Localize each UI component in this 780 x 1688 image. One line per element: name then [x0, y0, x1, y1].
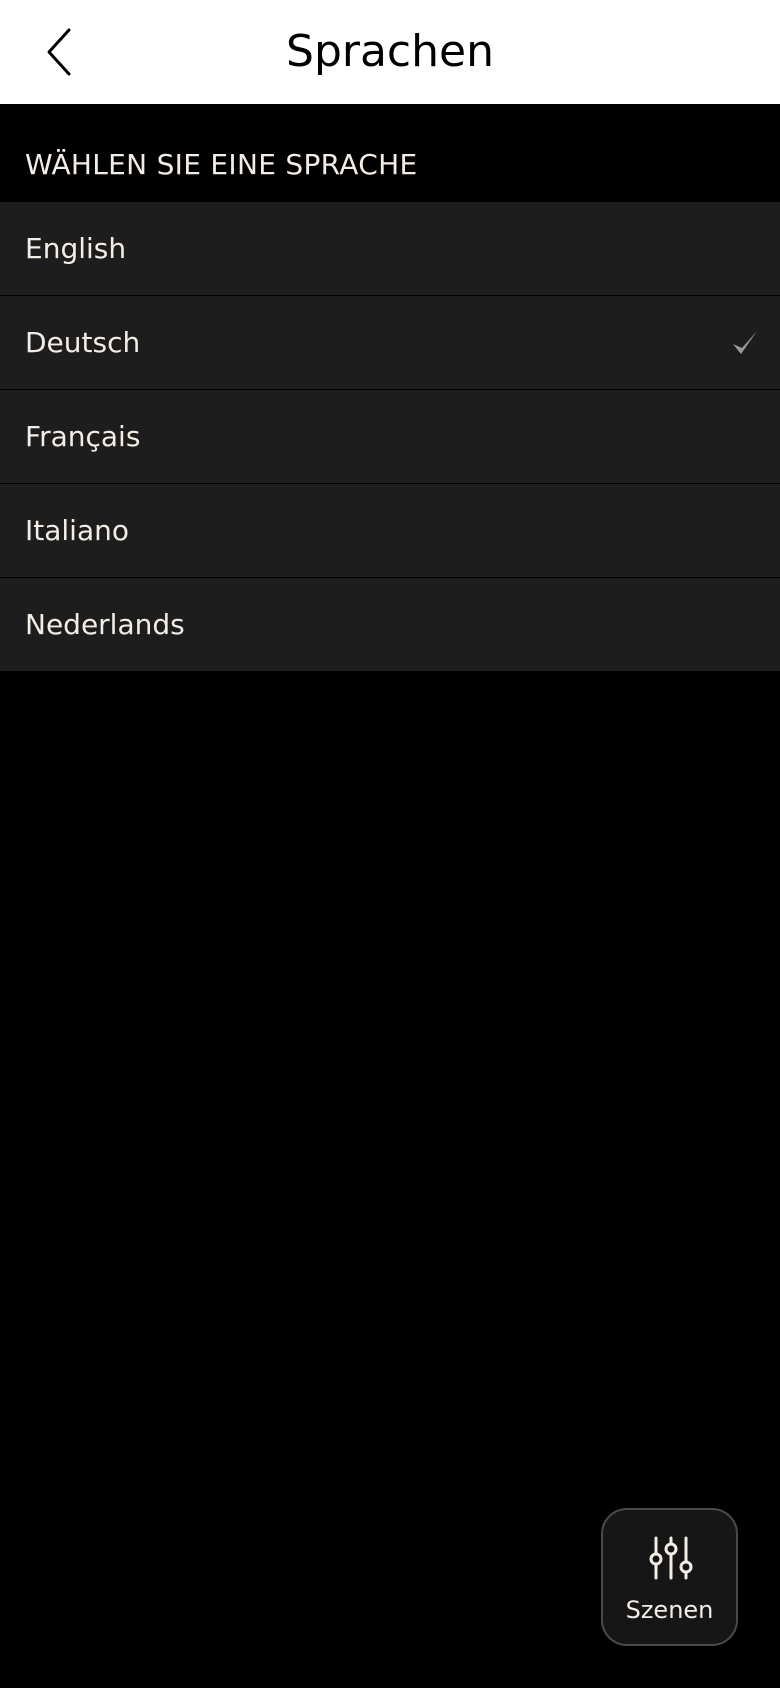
language-item-italiano[interactable]: Italiano: [0, 484, 780, 578]
language-label: Italiano: [25, 514, 129, 547]
checkmark-icon: [733, 330, 757, 354]
sliders-icon: [649, 1536, 693, 1580]
top-bar: Sprachen: [0, 0, 780, 104]
language-item-nederlands[interactable]: Nederlands: [0, 578, 780, 671]
language-item-francais[interactable]: Français: [0, 390, 780, 484]
language-label: Nederlands: [25, 608, 185, 641]
language-label: Français: [25, 420, 141, 453]
language-list: English Deutsch Français Italiano Nederl…: [0, 202, 780, 671]
language-item-deutsch[interactable]: Deutsch: [0, 296, 780, 390]
language-label: English: [25, 232, 127, 265]
language-item-english[interactable]: English: [0, 202, 780, 296]
scenes-button[interactable]: Szenen: [601, 1508, 738, 1646]
section-heading: WÄHLEN SIE EINE SPRACHE: [25, 148, 418, 181]
page-title: Sprachen: [286, 26, 494, 77]
scenes-label: Szenen: [625, 1596, 714, 1624]
language-label: Deutsch: [25, 326, 141, 359]
